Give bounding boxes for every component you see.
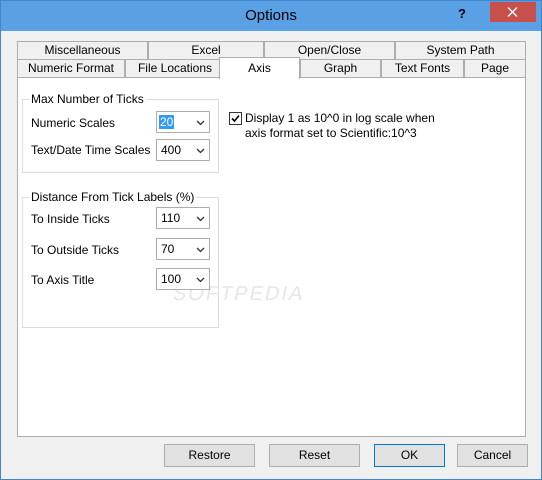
tab-page[interactable]: Page — [464, 59, 526, 77]
help-button[interactable]: ? — [453, 4, 471, 24]
textdate-scales-label: Text/Date Time Scales — [31, 143, 151, 157]
tab-label: Numeric Format — [27, 61, 114, 75]
restore-button[interactable]: Restore — [164, 444, 255, 467]
cancel-button[interactable]: Cancel — [457, 444, 528, 467]
tab-label: Miscellaneous — [44, 43, 121, 57]
distance-group-title: Distance From Tick Labels (%) — [29, 190, 197, 204]
tab-label: Graph — [323, 61, 358, 75]
checkmark-icon — [231, 114, 240, 123]
inside-ticks-value: 110 — [161, 211, 181, 225]
log-scale-label-line1: Display 1 as 10^0 in log scale when — [245, 111, 435, 125]
ok-button[interactable]: OK — [374, 444, 445, 467]
tab-label: System Path — [426, 43, 495, 57]
title-bar[interactable]: Options ? — [1, 1, 541, 31]
tab-file-locations[interactable]: File Locations — [125, 59, 225, 77]
axis-tab-panel: SOFTPEDIA Max Number of Ticks Numeric Sc… — [17, 77, 526, 437]
numeric-scales-value: 20 — [159, 115, 175, 129]
close-button[interactable] — [490, 2, 536, 22]
tab-label: Open/Close — [297, 43, 362, 57]
tab-label: Text Fonts — [394, 61, 451, 75]
max-ticks-group-title: Max Number of Ticks — [29, 92, 146, 106]
tab-label: Page — [480, 61, 510, 75]
chevron-down-icon — [196, 120, 205, 126]
chevron-down-icon — [196, 148, 205, 154]
tab-system-path[interactable]: System Path — [395, 41, 526, 59]
tab-label: File Locations — [137, 61, 213, 75]
textdate-scales-value: 400 — [161, 143, 182, 157]
tab-label: Axis — [248, 61, 271, 75]
tab-numeric-format[interactable]: Numeric Format — [17, 59, 125, 77]
reset-button[interactable]: Reset — [269, 444, 360, 467]
tab-axis[interactable]: Axis — [219, 57, 300, 79]
log-scale-checkbox[interactable] — [229, 112, 242, 125]
tab-graph[interactable]: Graph — [300, 59, 381, 77]
log-scale-label-line2: axis format set to Scientific:10^3 — [245, 126, 417, 140]
textdate-scales-combo[interactable]: 400 — [156, 139, 210, 161]
inside-ticks-label: To Inside Ticks — [31, 212, 110, 226]
inside-ticks-combo[interactable]: 110 — [156, 207, 210, 229]
numeric-scales-combo[interactable]: 20 — [156, 111, 210, 133]
outside-ticks-combo[interactable]: 70 — [156, 238, 210, 260]
axis-title-label: To Axis Title — [31, 273, 95, 287]
chevron-down-icon — [196, 277, 205, 283]
options-dialog: Options ? Miscellaneous Excel Open/Close… — [0, 0, 542, 480]
chevron-down-icon — [196, 216, 205, 222]
close-icon — [507, 7, 518, 17]
axis-title-combo[interactable]: 100 — [156, 268, 210, 290]
tab-text-fonts[interactable]: Text Fonts — [381, 59, 464, 77]
axis-title-value: 100 — [161, 272, 182, 286]
tab-label: Excel — [191, 43, 221, 57]
outside-ticks-label: To Outside Ticks — [31, 243, 120, 257]
chevron-down-icon — [196, 247, 205, 253]
dialog-body: Miscellaneous Excel Open/Close System Pa… — [8, 31, 534, 474]
tab-miscellaneous[interactable]: Miscellaneous — [17, 41, 148, 59]
outside-ticks-value: 70 — [161, 242, 175, 256]
numeric-scales-label: Numeric Scales — [31, 116, 116, 130]
